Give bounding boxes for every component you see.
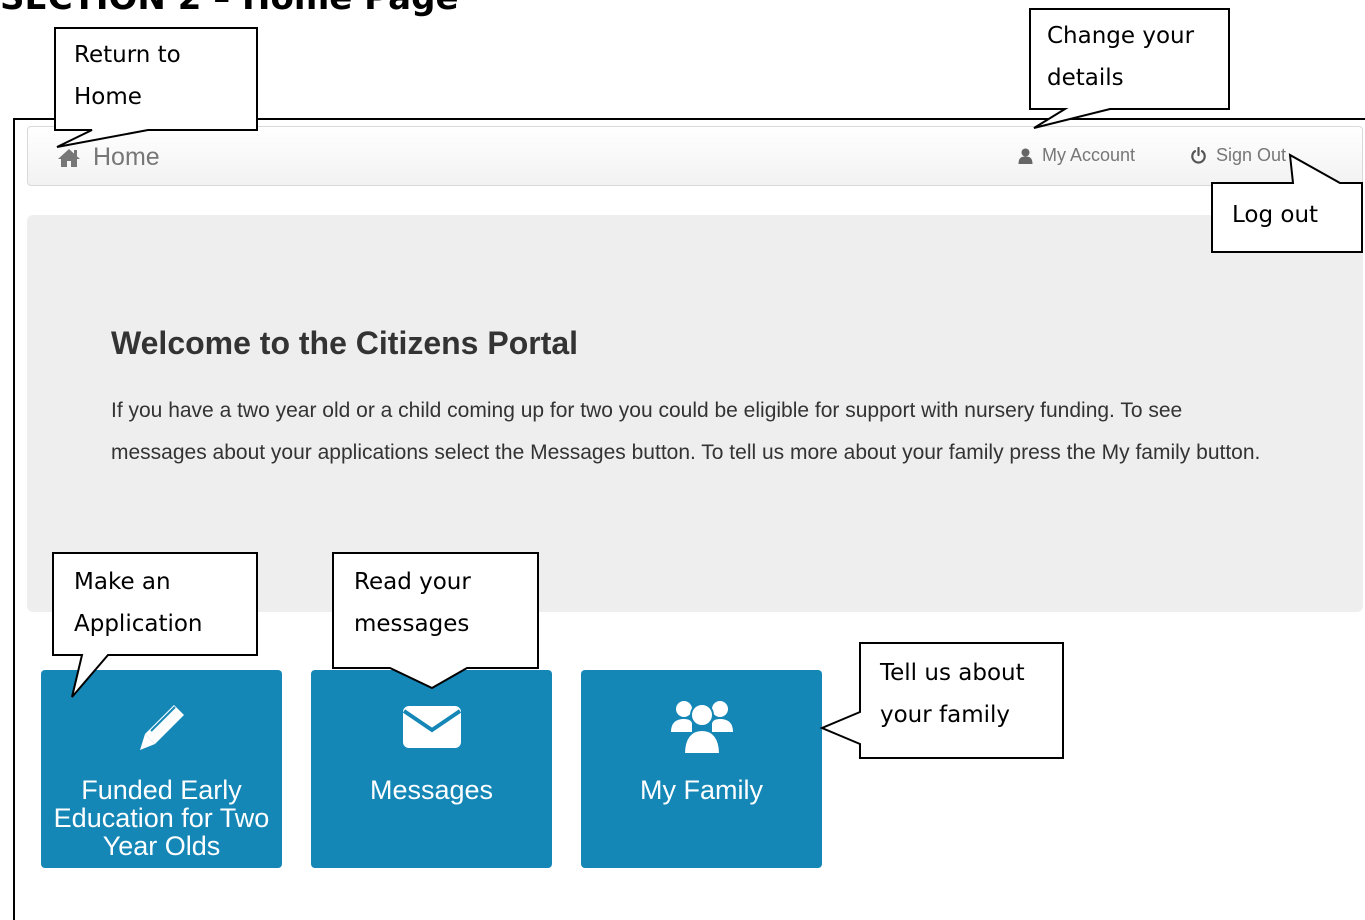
callout-log-out: Log out <box>1232 202 1319 228</box>
my-account-link[interactable]: My Account <box>1018 145 1135 166</box>
callout-read-messages: Read your messages <box>354 569 471 637</box>
home-link-label: Home <box>93 143 160 171</box>
funded-education-tile[interactable]: Funded Early Education for Two Year Olds <box>41 670 282 868</box>
home-icon <box>58 148 80 167</box>
messages-tile[interactable]: Messages <box>311 670 552 868</box>
welcome-body: If you have a two year old or a child co… <box>111 399 1261 464</box>
pencil-icon <box>139 705 184 750</box>
users-icon <box>670 701 733 755</box>
callout-make-application: Make an Application <box>74 569 203 637</box>
user-icon <box>1018 148 1033 164</box>
my-family-tile[interactable]: My Family <box>581 670 822 868</box>
funded-education-label: Funded Early Education for Two Year Olds <box>53 775 270 861</box>
my-family-label: My Family <box>640 775 763 805</box>
callout-change-details: Change your details <box>1047 23 1195 91</box>
callout-return-home: Return to Home <box>74 42 181 110</box>
sign-out-link[interactable]: Sign Out <box>1190 145 1286 166</box>
welcome-panel: Welcome to the Citizens Portal If you ha… <box>27 215 1363 612</box>
messages-label: Messages <box>369 775 494 805</box>
envelope-icon <box>402 706 461 748</box>
top-navbar: Home My Account Sign Out <box>27 126 1363 186</box>
power-icon <box>1191 147 1206 164</box>
document-section-title: SECTION 2 – Home Page <box>0 0 459 18</box>
home-link[interactable]: Home <box>57 143 160 172</box>
welcome-heading: Welcome to the Citizens Portal <box>111 325 579 361</box>
callout-tell-family: Tell us about your family <box>880 660 1025 728</box>
my-account-label: My Account <box>1042 145 1136 165</box>
sign-out-label: Sign Out <box>1216 145 1287 165</box>
